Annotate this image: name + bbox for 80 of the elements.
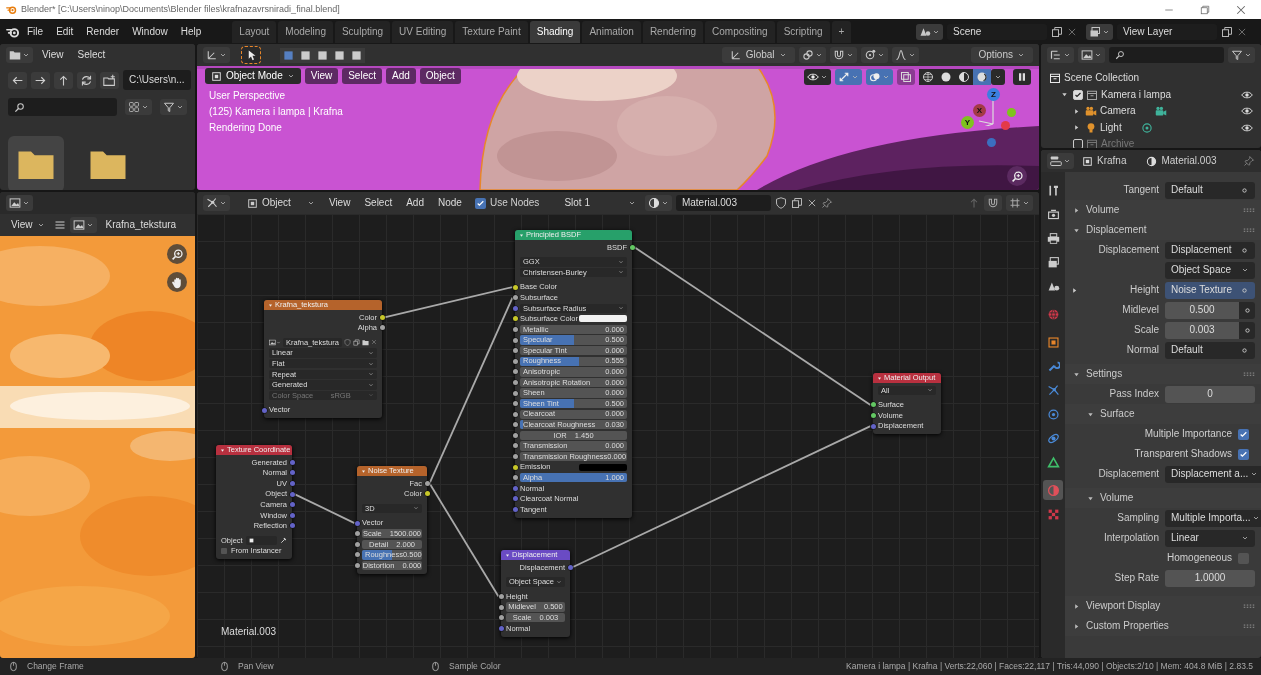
menu-item[interactable]: Object (419, 68, 461, 84)
dropdown[interactable]: Object Space (1165, 261, 1255, 279)
status-hint: Change Frame (27, 661, 84, 672)
dropdown[interactable]: Multiple Importa... (1165, 509, 1261, 527)
menu-item[interactable]: Help (174, 23, 208, 40)
workspace-tab[interactable]: Shading (529, 20, 581, 43)
viewport-info-text: User Perspective (209, 90, 286, 102)
workspace-tab[interactable]: Sculpting (334, 20, 391, 43)
scene-statistics: Kamera i lampa | Krafna | Verts:22,060 | Faces:22,117 | Tris:44,090 | Objects:2/10 | Mem: 404.8 MiB | 2.83.5 (846, 661, 1253, 672)
socket-field[interactable]: Default (1165, 181, 1255, 199)
menu-item[interactable]: Select (72, 48, 111, 62)
field-label: Scale (1133, 324, 1159, 336)
window-title: Blender* [C:\Users\ninop\Documents\Blender files\krafnazavrsniradi_final.blend] (21, 4, 340, 15)
field-label: Multiple Importance (1143, 428, 1232, 440)
field-label: Displacement (1097, 244, 1159, 256)
status-hint: Sample Color (449, 661, 501, 672)
tree-item[interactable]: Scene Collection (1064, 72, 1140, 85)
field-label: Pass Index (1108, 388, 1159, 400)
navigation-gizmo[interactable]: Z X Y (961, 88, 1023, 150)
dropdown[interactable]: Displacement a... (1165, 465, 1261, 483)
field-label: Step Rate (1113, 572, 1159, 584)
menu-item[interactable]: Select (359, 196, 398, 210)
field-label: Tangent (1122, 184, 1159, 196)
image-name[interactable]: Krafna_tekstura (100, 218, 182, 232)
menu-item[interactable]: Render (80, 23, 126, 40)
field-label: Interpolation (1102, 532, 1159, 544)
menu-item[interactable]: Add (386, 68, 416, 84)
view-layer-field[interactable]: View Layer (1117, 23, 1217, 40)
field-label: Midlevel (1121, 304, 1159, 316)
field-label: Normal (1125, 344, 1159, 356)
menu-item[interactable]: Node (433, 196, 467, 210)
number-field[interactable]: 0.003 (1165, 321, 1239, 339)
viewport-info-text: (125) Kamera i lampa | Krafna (209, 106, 343, 118)
dropdown[interactable]: Linear (1165, 529, 1255, 547)
field-label: Transparent Shadows (1133, 448, 1232, 460)
tree-item[interactable]: Kamera i lampa (1101, 88, 1172, 101)
tree-item[interactable]: Camera (1100, 105, 1136, 118)
workspace-tab[interactable]: Rendering (642, 20, 704, 43)
path-field[interactable]: C:\Users\n... (123, 70, 191, 90)
menu-item[interactable]: View (323, 196, 356, 210)
slot-dropdown[interactable]: Slot 1 (559, 196, 641, 210)
workspace-tab[interactable]: Animation (582, 20, 641, 43)
workspace-tab[interactable]: Compositing (705, 20, 775, 43)
checkbox-label: Use Nodes (489, 197, 540, 209)
number-field[interactable]: 1.0000 (1165, 569, 1255, 587)
menu-item[interactable]: Edit (50, 23, 80, 40)
mode-dropdown[interactable]: Object Mode (205, 68, 301, 84)
menu-item[interactable]: Add (401, 196, 429, 210)
options-dropdown[interactable]: Options (970, 47, 1033, 63)
workspace-tab[interactable]: UV Editing (392, 20, 454, 43)
menu-item[interactable]: View (6, 218, 50, 232)
socket-field[interactable]: Default (1165, 341, 1255, 359)
menu-item[interactable]: View (304, 68, 339, 84)
socket-field[interactable]: Noise Texture (1165, 281, 1255, 299)
menu-item[interactable]: View (37, 48, 69, 62)
object-name[interactable]: Krafna (1082, 155, 1127, 167)
menu-item[interactable]: Select (342, 68, 382, 84)
workspace-tab[interactable]: Modeling (278, 20, 333, 43)
menu-item[interactable]: File (21, 23, 50, 40)
orientation-dropdown[interactable]: Global (721, 47, 795, 63)
material-name-field[interactable]: Material.003 (675, 195, 771, 211)
material-caption: Material.003 (221, 626, 277, 638)
tree-item[interactable]: Light (1100, 121, 1122, 134)
material-name[interactable]: Material.003 (1146, 155, 1217, 167)
viewport-info-text: Rendering Done (209, 122, 282, 134)
menu-item[interactable]: Window (126, 23, 174, 40)
number-field[interactable]: 0 (1165, 385, 1255, 403)
scene-field[interactable]: Scene (947, 23, 1047, 40)
socket-field[interactable]: Displacement (1165, 241, 1255, 259)
workspace-tab[interactable]: Layout (232, 20, 277, 43)
field-label: Displacement (1097, 468, 1159, 480)
object-dropdown[interactable]: Object (242, 196, 320, 210)
workspace-tab[interactable]: Scripting (776, 20, 830, 43)
add-workspace-button[interactable]: + (831, 20, 852, 43)
field-label: Height (1129, 284, 1159, 296)
status-hint: Pan View (238, 661, 274, 672)
workspace-tab[interactable]: Texture Paint (455, 20, 528, 43)
number-field[interactable]: 0.500 (1165, 301, 1239, 319)
field-label: Sampling (1116, 512, 1159, 524)
field-label: Homogeneous (1165, 552, 1232, 564)
